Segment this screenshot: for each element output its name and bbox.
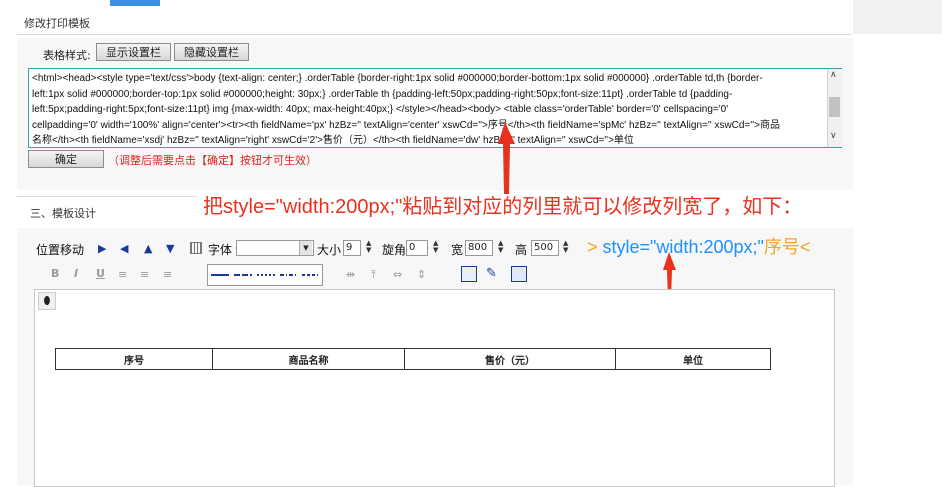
align-center-icon[interactable]: ≡ [140,268,149,281]
active-tab-indicator[interactable] [110,0,160,6]
annotation-suffix: 序号< [763,237,811,257]
code-line: left:1px solid #000000;border-top:1px so… [32,88,733,100]
move-down-icon[interactable]: ▼ [166,242,174,255]
align-right-icon[interactable]: ≡ [163,268,172,281]
grid-icon[interactable] [190,242,202,254]
line-dash2-icon[interactable] [302,274,318,276]
eraser-icon[interactable]: ⬮ [38,292,56,310]
move-up-icon[interactable]: ▲ [144,242,152,255]
table-style-label: 表格样式: [43,49,91,62]
column-header[interactable]: 序号 [55,348,213,370]
page-title: 修改打印模板 [24,17,90,30]
rotate-stepper-icon[interactable]: ▲ ▼ [433,240,438,254]
confirm-note: （调整后需要点击【确定】按钮才可生效） [108,154,317,167]
print-preview-icon[interactable] [511,266,527,282]
line-dash-icon[interactable] [234,274,252,276]
width-label: 宽 [451,243,464,257]
top-tab-bar [0,0,942,34]
column-header[interactable]: 商品名称 [212,348,405,370]
instruction-annotation: 把style="width:200px;"粘贴到对应的列里就可以修改列宽了，如下… [203,196,803,218]
table-row: 序号 商品名称 售价（元） 单位 [55,348,771,370]
position-move-label: 位置移动 [36,243,85,257]
rotate-label: 旋角 [382,243,407,257]
code-line: cellpadding='0' width='100%' align='cent… [32,119,780,131]
font-label: 字体 [208,243,233,257]
scroll-down-icon[interactable]: ∨ [830,131,837,141]
confirm-button[interactable]: 确定 [28,150,104,168]
style-code-textarea[interactable]: <html><head><style type='text/css'>body … [28,68,842,148]
rotate-input[interactable]: 0 [406,240,428,256]
same-width-icon[interactable]: ⇔ [393,268,402,281]
underline-button[interactable]: U [96,267,105,280]
height-input[interactable]: 500 [531,240,559,256]
scrollbar-thumb[interactable] [829,97,840,117]
right-gutter [853,0,942,34]
move-left-icon[interactable]: ◀ [120,242,128,255]
size-label: 大小 [317,243,342,257]
line-style-picker[interactable] [207,264,323,286]
v-align-icon[interactable]: ⤒ [371,268,376,282]
hide-settings-button[interactable]: 隐藏设置栏 [174,43,249,61]
font-select[interactable]: ▼ [236,240,314,256]
code-line: 名称</th><th fieldName='xsdj' hzBz='' text… [32,135,634,146]
align-left-icon[interactable]: ≡ [118,268,127,281]
size-input[interactable]: 9 [343,240,361,256]
style-example-annotation: > style="width:200px;"序号< [587,233,810,259]
arrow-up-icon [498,122,515,194]
edit-icon[interactable]: ✎ [486,266,497,281]
annotation-prefix: > [587,237,603,257]
copy-icon[interactable] [461,266,477,282]
column-header[interactable]: 售价（元） [404,348,616,370]
code-line: <html><head><style type='text/css'>body … [32,73,763,84]
h-spacing-icon[interactable]: ⇹ [346,268,355,281]
show-settings-button[interactable]: 显示设置栏 [96,43,171,61]
title-divider [17,34,852,35]
size-stepper-icon[interactable]: ▲ ▼ [366,240,371,254]
code-line: left:5px;padding-right:5px;font-size:11p… [32,104,729,115]
line-dot-icon[interactable] [257,274,275,276]
same-height-icon[interactable]: ⇕ [417,268,426,281]
italic-button[interactable]: I [74,267,78,280]
scroll-up-icon[interactable]: ∧ [830,70,837,80]
height-stepper-icon[interactable]: ▲ ▼ [563,240,568,254]
bold-button[interactable]: B [51,267,59,280]
chevron-down-icon[interactable]: ▼ [299,241,312,255]
design-divider [17,196,197,197]
preview-table[interactable]: 序号 商品名称 售价（元） 单位 [55,348,771,370]
width-input[interactable]: 800 [465,240,493,256]
line-dashdot-icon[interactable] [280,274,298,276]
textarea-scrollbar[interactable]: ∧ ∨ [827,69,842,147]
column-header[interactable]: 单位 [615,348,771,370]
design-title: 三、模板设计 [30,207,96,220]
height-label: 高 [515,243,528,257]
move-right-icon[interactable]: ▶ [98,242,106,255]
width-stepper-icon[interactable]: ▲ ▼ [498,240,503,254]
line-solid-icon[interactable] [211,274,229,276]
design-canvas[interactable] [34,289,835,487]
